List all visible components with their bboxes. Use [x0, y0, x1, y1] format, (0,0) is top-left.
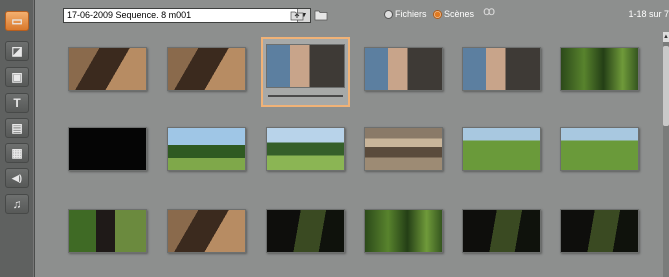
- media-type-toolbar: ▭ ◪ ▣ T ▤ ▦ ◀) ♫: [0, 0, 35, 277]
- overlay-tab-button[interactable]: ▣: [5, 67, 29, 87]
- files-radio[interactable]: [384, 10, 393, 19]
- transition-icon: ◪: [11, 44, 23, 58]
- video-icon: ▭: [11, 14, 23, 28]
- transitions-tab-button[interactable]: ◪: [5, 41, 29, 61]
- scene-thumbnail[interactable]: [462, 47, 541, 91]
- scene-thumbnail[interactable]: [560, 209, 639, 253]
- photo-icon: ▤: [11, 121, 23, 135]
- scene-progress-bar: [268, 95, 343, 97]
- scene-thumbnail[interactable]: [364, 209, 443, 253]
- scene-thumbnail[interactable]: [167, 209, 246, 253]
- scene-thumbnail[interactable]: [167, 127, 246, 171]
- video-tab-button[interactable]: ▭: [5, 11, 29, 31]
- music-tab-button[interactable]: ♫: [5, 194, 29, 214]
- scenes-radio[interactable]: [433, 10, 442, 19]
- scene-thumbnail[interactable]: [167, 47, 246, 91]
- folder-icon[interactable]: [314, 9, 328, 21]
- scrollbar-thumb[interactable]: [663, 46, 669, 126]
- album-panel: ▭ ◪ ▣ T ▤ ▦ ◀) ♫ 17-06-2009 Sequence. 8 …: [0, 0, 669, 277]
- scene-thumbnail[interactable]: [266, 127, 345, 171]
- item-counter: 1-18 sur 7: [628, 9, 669, 19]
- sound-icon: ◀): [12, 172, 22, 183]
- files-radio-label[interactable]: Fichiers: [395, 9, 427, 20]
- scene-thumbnail[interactable]: [462, 127, 541, 171]
- album-header: 17-06-2009 Sequence. 8 m001 ▼ Fichiers S…: [34, 0, 669, 30]
- titles-tab-button[interactable]: T: [5, 93, 29, 113]
- album-select-value: 17-06-2009 Sequence. 8 m001: [67, 10, 192, 20]
- scene-thumbnail[interactable]: [266, 209, 345, 253]
- effects-tab-button[interactable]: ▦: [5, 143, 29, 163]
- scene-thumbnail[interactable]: [266, 44, 345, 88]
- scene-thumbnail[interactable]: [68, 209, 147, 253]
- music-icon: ♫: [12, 197, 22, 211]
- scene-thumbnail[interactable]: [364, 127, 443, 171]
- title-icon: T: [13, 96, 21, 110]
- overlay-icon: ▣: [11, 70, 23, 84]
- album-select[interactable]: 17-06-2009 Sequence. 8 m001 ▼: [63, 8, 311, 23]
- sound-tab-button[interactable]: ◀): [5, 168, 29, 188]
- folder-up-icon[interactable]: [290, 9, 304, 21]
- scene-thumbnail[interactable]: [560, 47, 639, 91]
- scene-thumbnail[interactable]: [364, 47, 443, 91]
- scroll-up-icon[interactable]: ▲: [663, 32, 669, 42]
- scene-thumbnail[interactable]: [68, 127, 147, 171]
- scene-thumbnail[interactable]: [560, 127, 639, 171]
- scenes-radio-label[interactable]: Scènes: [444, 9, 474, 20]
- scene-thumbnail[interactable]: [68, 47, 147, 91]
- effects-icon: ▦: [11, 146, 23, 160]
- photos-tab-button[interactable]: ▤: [5, 118, 29, 138]
- view-toggle-icon[interactable]: ꝏ: [483, 5, 495, 17]
- scene-thumbnail[interactable]: [462, 209, 541, 253]
